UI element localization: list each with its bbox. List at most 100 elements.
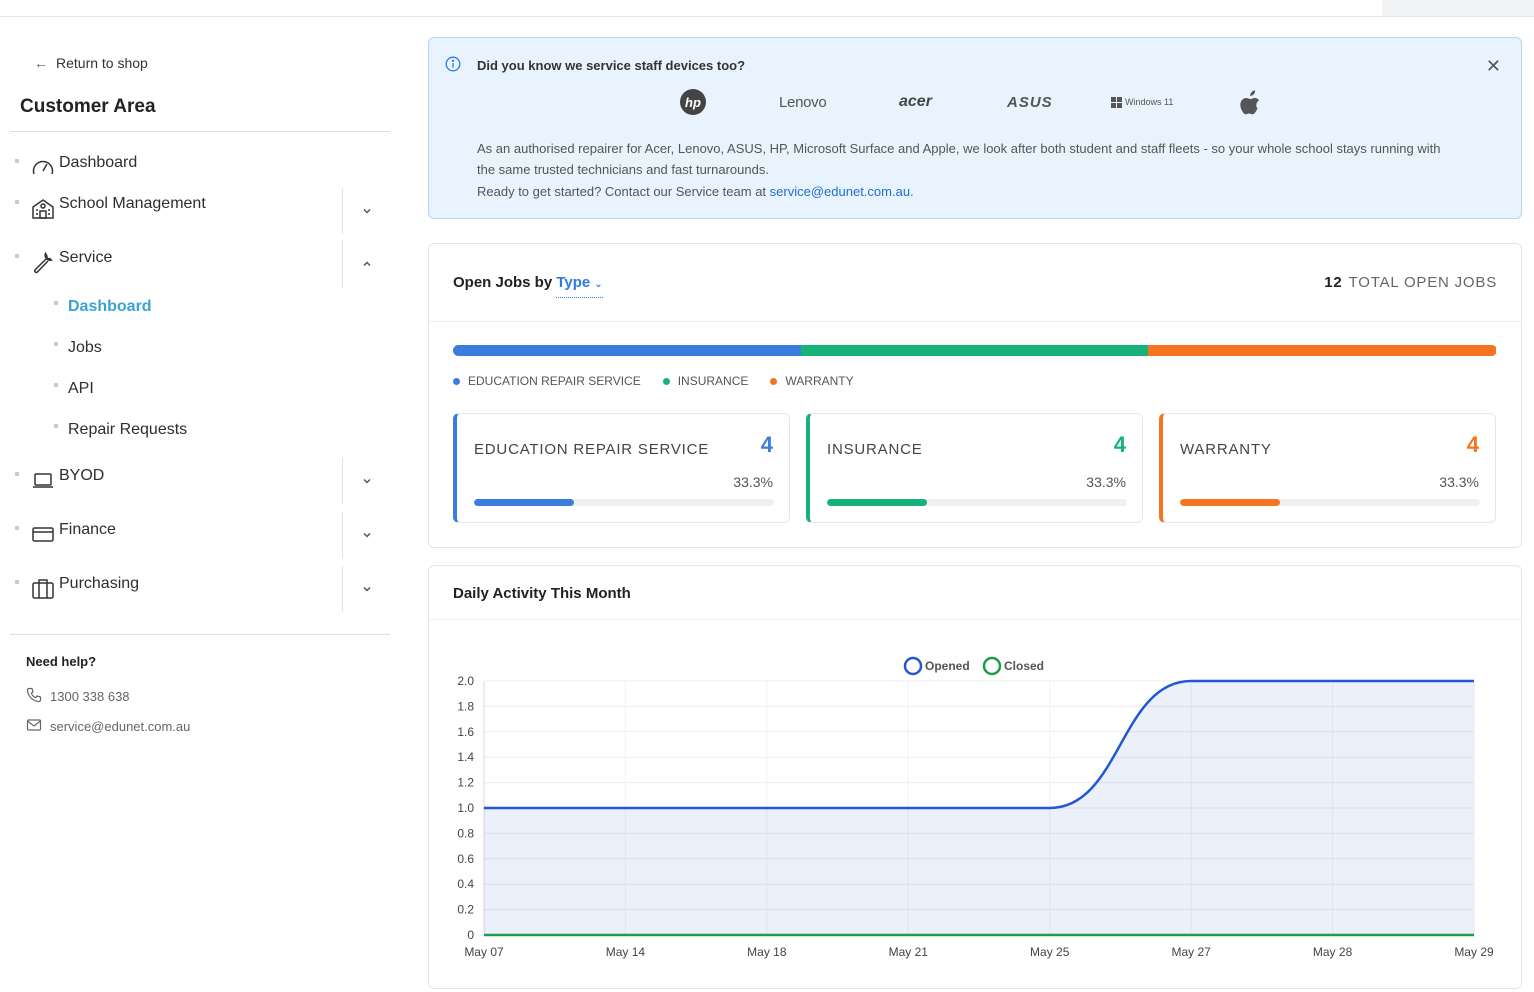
nav-label: School Management [59,195,206,212]
type-progress-fill [1180,499,1280,506]
type-stacked-bar [453,345,1497,356]
daily-activity-header: Daily Activity This Month [429,566,1521,620]
legend-label: EDUCATION REPAIR SERVICE [468,374,641,388]
return-to-shop-link[interactable]: ← Return to shop [34,55,148,71]
briefcase-icon [31,576,55,600]
chevron-up-icon[interactable] [342,240,390,288]
type-card[interactable]: WARRANTY 4 33.3% [1159,413,1496,523]
subitem-label: API [68,380,94,397]
total-open-jobs: 12 TOTAL OPEN JOBS [1324,274,1497,291]
x-tick-label: May 25 [1030,945,1070,959]
sidebar-item-byod[interactable]: BYOD [10,458,390,504]
chevron-down-icon[interactable] [342,458,390,504]
nav-label: Finance [59,521,116,538]
arrow-left-icon: ← [34,55,48,71]
legend-closed-label: Closed [1004,659,1044,673]
bullet [15,200,19,204]
stack-segment [1148,345,1496,356]
y-tick-label: 1.4 [457,750,474,764]
help-phone-link[interactable]: 1300 338 638 [26,687,130,706]
sidebar-item-purchasing[interactable]: Purchasing [10,566,390,612]
type-progress-track [474,499,774,506]
open-jobs-card: Open Jobs by Type ⌄ 12 TOTAL OPEN JOBS EDU… [428,243,1522,548]
y-tick-label: 1.0 [457,801,474,815]
legend-label: WARRANTY [785,374,854,388]
stack-segment [800,345,1149,356]
sidebar-item-service[interactable]: Service [10,240,390,288]
type-progress-track [827,499,1127,506]
legend-opened-marker [903,656,923,676]
info-icon [445,56,461,77]
close-icon[interactable]: ✕ [1486,56,1501,77]
nav-label: BYOD [59,467,105,484]
type-progress-fill [827,499,927,506]
y-tick-label: 2.0 [457,674,474,688]
mail-icon [26,717,42,736]
bullet [15,526,19,530]
type-progress-fill [474,499,574,506]
y-tick-label: 1.2 [457,776,474,790]
sidebar-item-finance[interactable]: Finance [10,512,390,558]
bullet [54,383,58,387]
y-tick-label: 1.8 [457,699,474,713]
x-tick-label: May 07 [464,945,504,959]
type-dropdown[interactable]: Type ⌄ [556,274,603,298]
sidebar-subitem-service-dashboard[interactable]: Dashboard [54,298,152,316]
y-tick-label: 1.6 [457,725,474,739]
top-border [0,16,1534,17]
windows-logo: Windows 11 [1111,86,1173,118]
bullet [54,342,58,346]
type-name: EDUCATION REPAIR SERVICE [474,441,710,458]
nav-label: Service [59,249,113,266]
type-count: 4 [760,432,773,457]
open-jobs-header: Open Jobs by Type ⌄ 12 TOTAL OPEN JOBS [429,244,1521,322]
banner-contact: Ready to get started? Contact our Servic… [477,184,914,199]
sidebar-subitem-repair-requests[interactable]: Repair Requests [54,421,187,439]
subitem-label: Dashboard [68,298,152,315]
sidebar-subitem-jobs[interactable]: Jobs [54,339,102,357]
bullet [15,580,19,584]
sidebar-title: Customer Area [20,96,156,117]
sidebar-item-dashboard[interactable]: Dashboard [10,153,390,179]
help-title: Need help? [26,654,97,669]
type-label: Type [556,274,591,291]
chevron-down-icon[interactable] [342,566,390,612]
lenovo-logo: Lenovo [779,93,827,111]
school-icon [31,196,55,220]
sidebar-item-school-management[interactable]: School Management [10,188,390,234]
chevron-down-icon[interactable] [342,512,390,558]
daily-activity-title: Daily Activity This Month [453,585,631,602]
help-email-link[interactable]: service@edunet.com.au [26,717,190,736]
bullet [15,159,19,163]
type-card[interactable]: INSURANCE 4 33.3% [806,413,1143,523]
apple-logo [1239,86,1261,118]
type-card[interactable]: EDUCATION REPAIR SERVICE 4 33.3% [453,413,790,523]
y-tick-label: 0.6 [457,852,474,866]
banner-text: As an authorised repairer for Acer, Leno… [477,141,1441,177]
total-count: 12 [1324,274,1343,291]
contact-prefix: Ready to get started? Contact our Servic… [477,184,767,199]
open-jobs-title-prefix: Open Jobs by [453,274,553,291]
y-tick-label: 0.2 [457,903,474,917]
acer-logo: acer [899,93,932,110]
legend-item: INSURANCE [662,374,748,388]
contact-email-link[interactable]: service@edunet.com.au. [770,184,914,199]
legend-dot [770,378,778,385]
divider [10,131,390,132]
y-tick-label: 0 [467,928,474,942]
legend-item: WARRANTY [770,374,854,388]
total-label: TOTAL OPEN JOBS [1348,274,1497,291]
help-email: service@edunet.com.au [50,719,191,734]
info-banner: Did you know we service staff devices to… [428,37,1522,219]
laptop-icon [31,468,55,492]
nav-label: Purchasing [59,575,140,592]
legend-dot [662,378,670,385]
speedometer-icon [31,155,55,179]
credit-card-icon [31,522,55,546]
y-tick-label: 0.8 [457,826,474,840]
legend-closed-marker [982,656,1002,676]
banner-title: Did you know we service staff devices to… [477,58,746,73]
chevron-down-icon[interactable] [342,188,390,234]
sidebar-subitem-api[interactable]: API [54,380,94,398]
x-tick-label: May 21 [889,945,929,959]
